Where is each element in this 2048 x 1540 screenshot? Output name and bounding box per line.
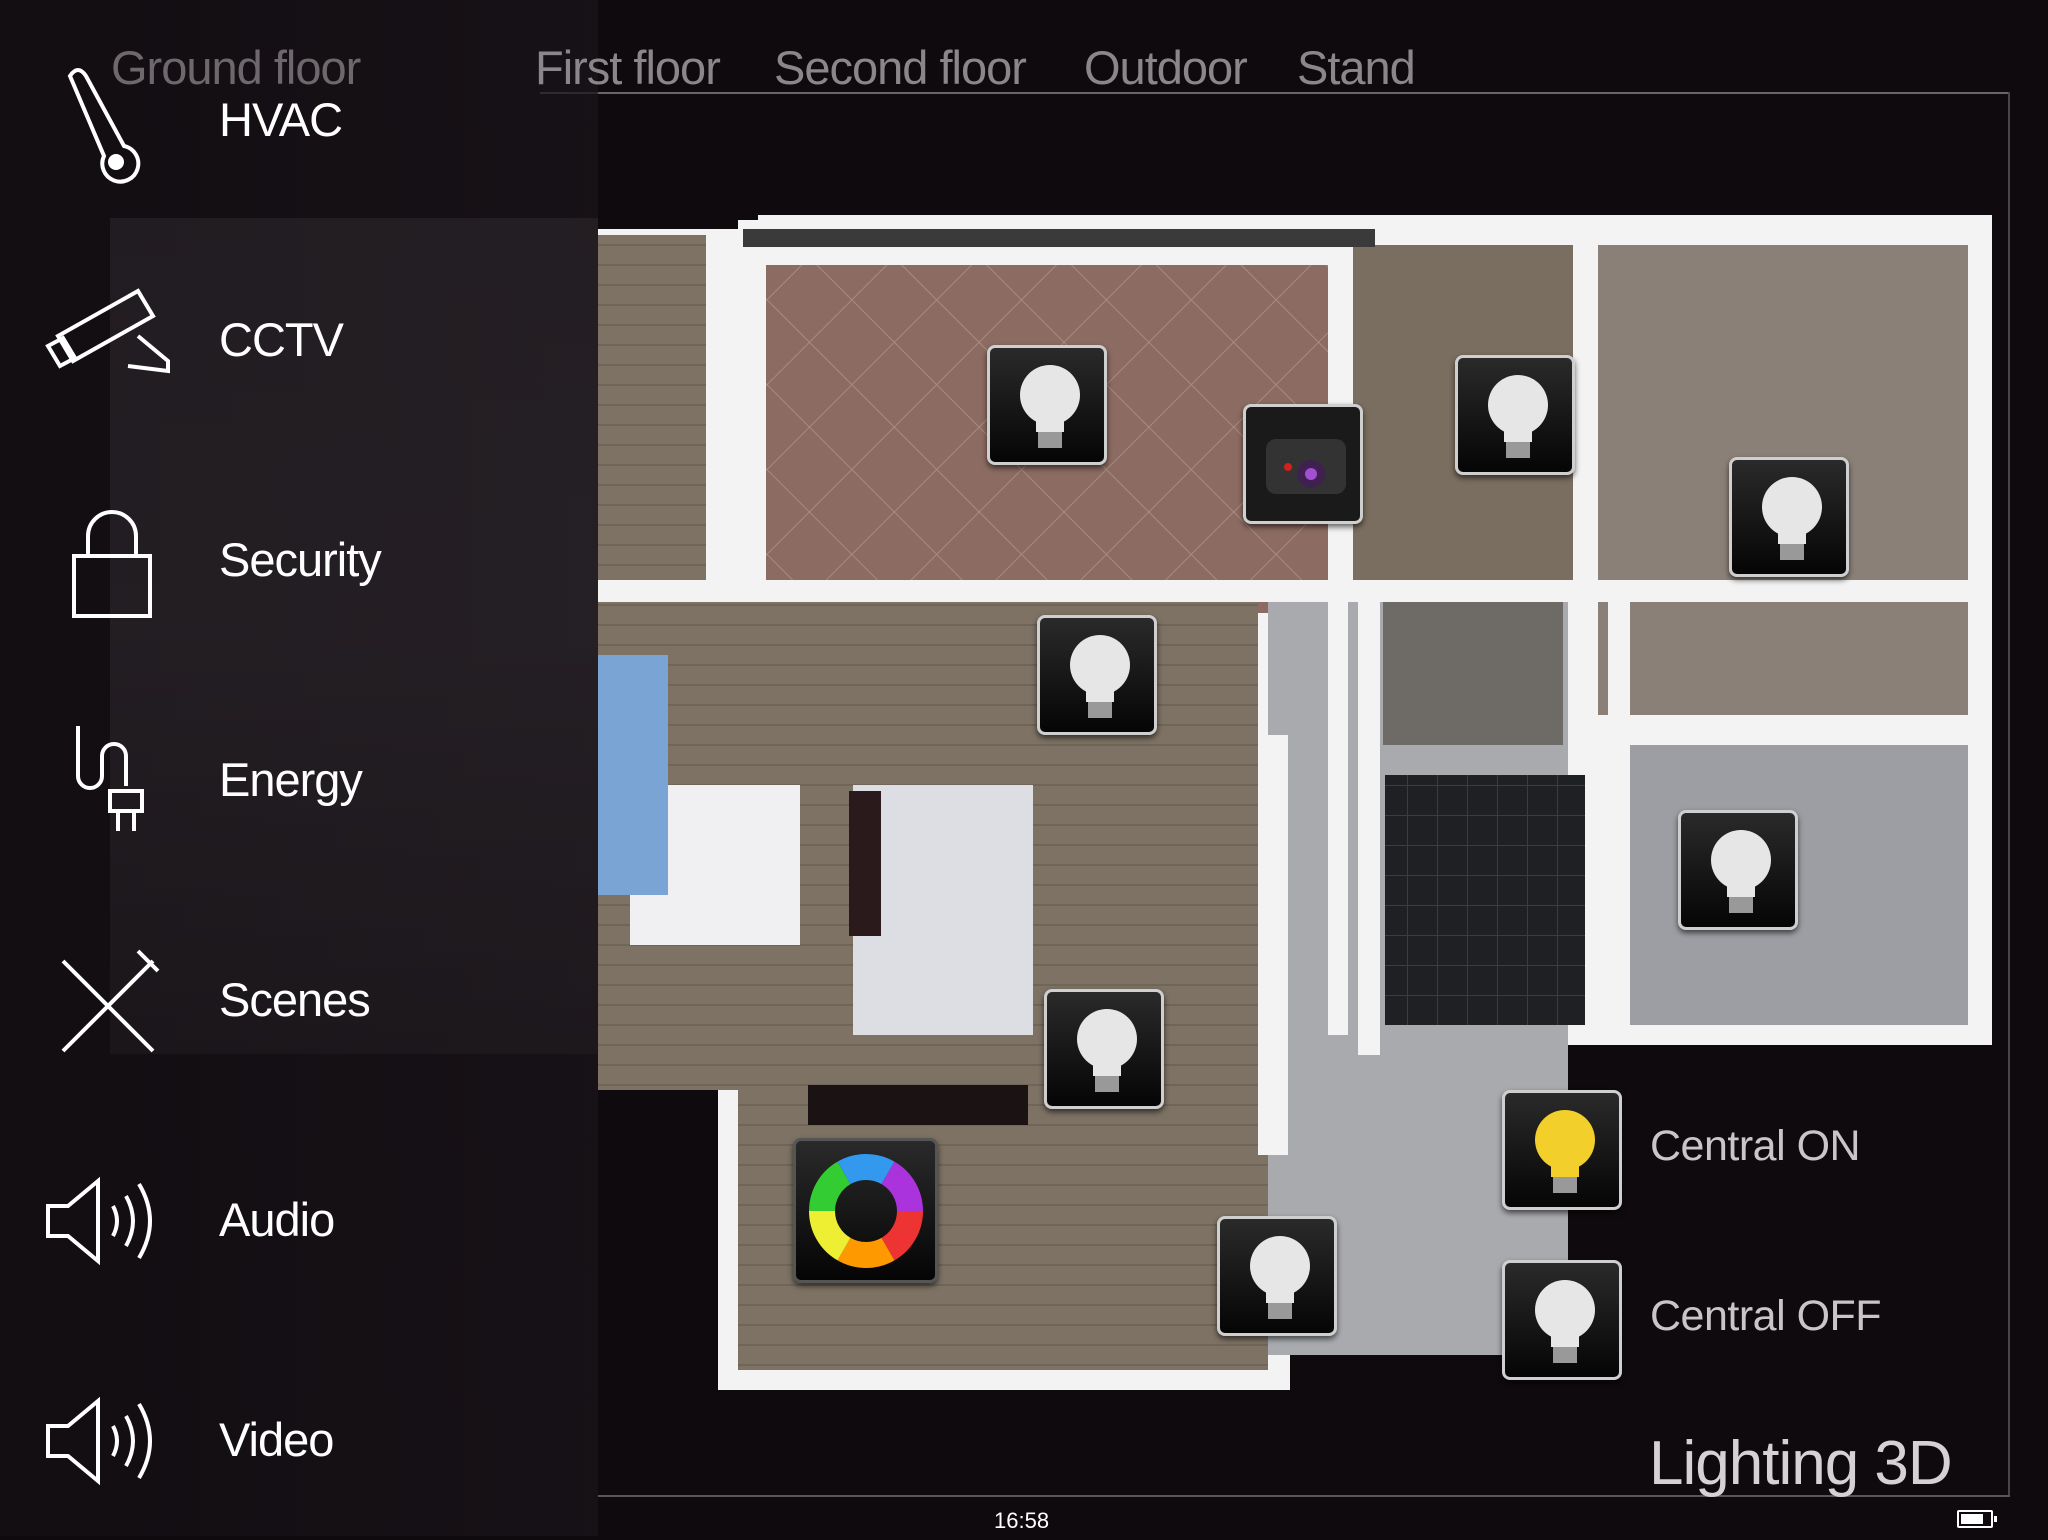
sidebar-item-energy[interactable]: Energy bbox=[0, 680, 598, 880]
tab-first-floor[interactable]: First floor bbox=[535, 40, 721, 95]
bulb-icon bbox=[1070, 635, 1130, 718]
bulb-off-icon bbox=[1535, 1280, 1595, 1363]
bulb-icon bbox=[1250, 1236, 1310, 1319]
sidebar-item-audio[interactable]: Audio bbox=[0, 1120, 598, 1320]
content-frame-right bbox=[2008, 92, 2010, 1497]
bulb-icon bbox=[1077, 1009, 1137, 1092]
sidebar-item-scenes[interactable]: Scenes bbox=[0, 900, 598, 1100]
page-title: Lighting 3D bbox=[1649, 1429, 1953, 1498]
central-on-button[interactable] bbox=[1502, 1090, 1622, 1210]
bulb-icon bbox=[1711, 830, 1771, 913]
central-off-label: Central OFF bbox=[1650, 1292, 1882, 1340]
speaker-icon bbox=[46, 1176, 152, 1266]
camera-icon bbox=[45, 288, 170, 374]
tab-outdoor[interactable]: Outdoor bbox=[1084, 40, 1248, 95]
fork-knife-icon bbox=[61, 949, 160, 1053]
padlock-icon bbox=[72, 510, 152, 618]
central-on-label: Central ON bbox=[1650, 1122, 1861, 1170]
tab-underline bbox=[540, 92, 2010, 94]
bulb-icon bbox=[1020, 365, 1080, 448]
bulb-icon bbox=[1488, 375, 1548, 458]
tab-second-floor[interactable]: Second floor bbox=[774, 40, 1027, 95]
color-wheel-icon bbox=[809, 1154, 923, 1268]
plug-icon bbox=[76, 726, 144, 831]
central-off-button[interactable] bbox=[1502, 1260, 1622, 1380]
speaker-icon bbox=[46, 1396, 152, 1486]
light-button[interactable] bbox=[1217, 1216, 1337, 1336]
light-button[interactable] bbox=[1455, 355, 1575, 475]
battery-icon bbox=[1957, 1510, 1997, 1528]
tab-ground-floor[interactable]: Ground floor bbox=[111, 40, 361, 95]
light-button[interactable] bbox=[1044, 989, 1164, 1109]
sidebar-item-security[interactable]: Security bbox=[0, 460, 598, 660]
status-time: 16:58 bbox=[994, 1508, 1050, 1533]
light-button[interactable] bbox=[1037, 615, 1157, 735]
light-button[interactable] bbox=[1678, 810, 1798, 930]
projector-icon bbox=[1266, 439, 1346, 494]
bulb-on-icon bbox=[1535, 1110, 1595, 1193]
bulb-icon bbox=[1762, 477, 1822, 560]
sidebar: HVAC CCTV Security Energy Scenes Audio V… bbox=[0, 0, 598, 1536]
sidebar-item-cctv[interactable]: CCTV bbox=[0, 240, 598, 440]
tab-stand[interactable]: Stand bbox=[1297, 40, 1416, 95]
color-wheel-button[interactable] bbox=[793, 1138, 938, 1283]
projector-button[interactable] bbox=[1243, 404, 1363, 524]
battery-level bbox=[1961, 1514, 1984, 1524]
sidebar-item-video[interactable]: Video bbox=[0, 1340, 598, 1540]
light-button[interactable] bbox=[1729, 457, 1849, 577]
light-button[interactable] bbox=[987, 345, 1107, 465]
